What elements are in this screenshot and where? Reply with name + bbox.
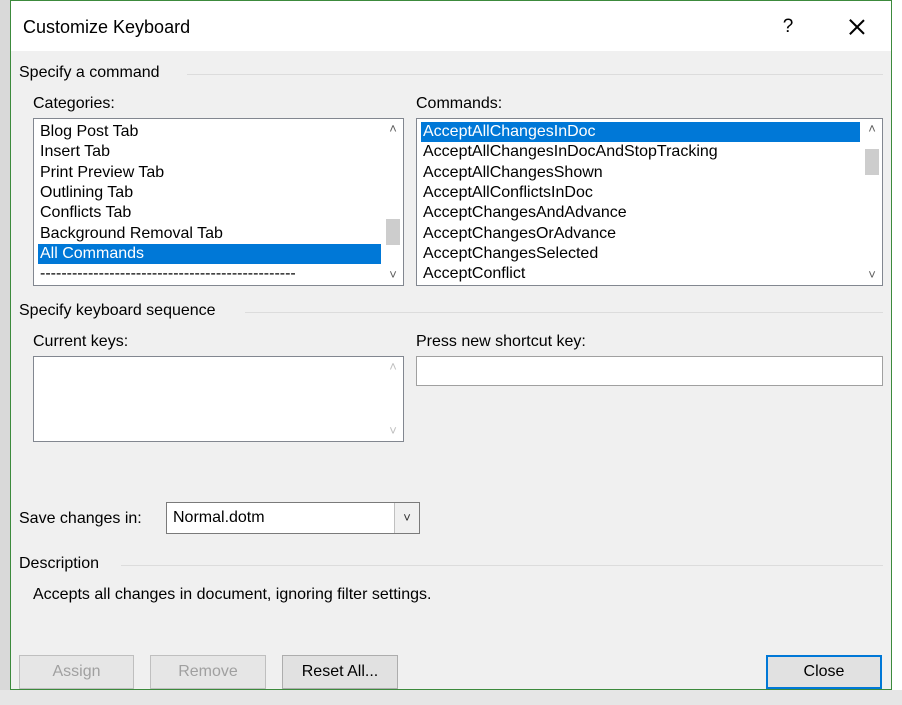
- keyboard-sequence-group-label: Specify keyboard sequence: [19, 302, 216, 319]
- category-list-item[interactable]: Background Removal Tab: [38, 224, 381, 244]
- scroll-down-icon[interactable]: ˅: [862, 265, 882, 285]
- background-document-bottom: [0, 690, 902, 705]
- specify-command-group-label: Specify a command: [19, 64, 160, 81]
- category-list-item[interactable]: Insert Tab: [38, 142, 381, 162]
- save-changes-label: Save changes in:: [19, 510, 142, 527]
- command-list-item[interactable]: AcceptAllChangesInDocAndStopTracking: [421, 142, 860, 162]
- description-text: Accepts all changes in document, ignorin…: [33, 586, 432, 603]
- commands-label: Commands:: [416, 95, 503, 112]
- background-document-left: [0, 0, 10, 705]
- category-list-item[interactable]: Print Preview Tab: [38, 163, 381, 183]
- assign-button[interactable]: Assign: [19, 655, 134, 689]
- category-list-item[interactable]: Outlining Tab: [38, 183, 381, 203]
- scroll-down-icon[interactable]: ˅: [383, 265, 403, 285]
- category-list-item[interactable]: Conflicts Tab: [38, 203, 381, 223]
- group-divider: [187, 74, 883, 75]
- command-list-item[interactable]: AcceptChangesAndAdvance: [421, 203, 860, 223]
- current-keys-scrollbar: ˄ ˅: [383, 357, 403, 441]
- command-list-item[interactable]: AcceptConflict: [421, 264, 860, 284]
- save-changes-value: Normal.dotm: [173, 509, 265, 526]
- commands-scrollbar[interactable]: ˄ ˅: [862, 119, 882, 285]
- close-button[interactable]: Close: [766, 655, 882, 689]
- current-keys-label: Current keys:: [33, 333, 129, 350]
- command-list-item[interactable]: AcceptChangesSelected: [421, 244, 860, 264]
- categories-label: Categories:: [33, 95, 115, 112]
- command-list-item[interactable]: AcceptChangesOrAdvance: [421, 224, 860, 244]
- group-divider: [245, 312, 883, 313]
- command-list-item[interactable]: AcceptAllConflictsInDoc: [421, 183, 860, 203]
- categories-scrollbar[interactable]: ˄ ˅: [383, 119, 403, 285]
- commands-listbox[interactable]: AcceptConflict AcceptChangesSelected Accep…: [416, 118, 883, 286]
- new-shortcut-input[interactable]: [416, 356, 883, 386]
- new-shortcut-label: Press new shortcut key:: [416, 333, 586, 350]
- reset-all-button[interactable]: Reset All...: [282, 655, 398, 689]
- description-group-label: Description: [19, 555, 100, 572]
- background-document-right: [892, 0, 902, 705]
- category-list-item[interactable]: Blog Post Tab: [38, 122, 381, 142]
- scrollbar-thumb[interactable]: [386, 219, 400, 245]
- help-button[interactable]: ?: [771, 11, 805, 43]
- remove-button[interactable]: Remove: [150, 655, 266, 689]
- save-changes-select[interactable]: Normal.dotm ˅: [166, 502, 420, 534]
- command-list-item[interactable]: AcceptAllChangesShown: [421, 163, 860, 183]
- title-bar: Customize Keyboard ?: [11, 1, 891, 51]
- scroll-down-icon: ˅: [389, 423, 397, 438]
- close-icon[interactable]: [837, 9, 877, 45]
- command-list-item[interactable]: AcceptAllChangesInDoc: [421, 122, 860, 142]
- scrollbar-thumb[interactable]: [865, 149, 879, 175]
- category-list-item[interactable]: All Commands: [38, 243, 381, 264]
- scroll-up-icon[interactable]: ˄: [862, 119, 882, 139]
- scroll-up-icon[interactable]: ˄: [383, 119, 403, 139]
- dialog-title: Customize Keyboard: [23, 17, 191, 37]
- chevron-down-icon[interactable]: ˅: [394, 503, 419, 533]
- group-divider: [121, 565, 883, 566]
- scroll-up-icon: ˄: [389, 359, 397, 374]
- current-keys-listbox[interactable]: ˄ ˅: [33, 356, 404, 442]
- customize-keyboard-dialog: Customize Keyboard ? Specify a command C…: [10, 0, 892, 690]
- category-list-item[interactable]: ----------------------------------------…: [38, 264, 381, 284]
- categories-listbox[interactable]: ----------------------------------------…: [33, 118, 404, 286]
